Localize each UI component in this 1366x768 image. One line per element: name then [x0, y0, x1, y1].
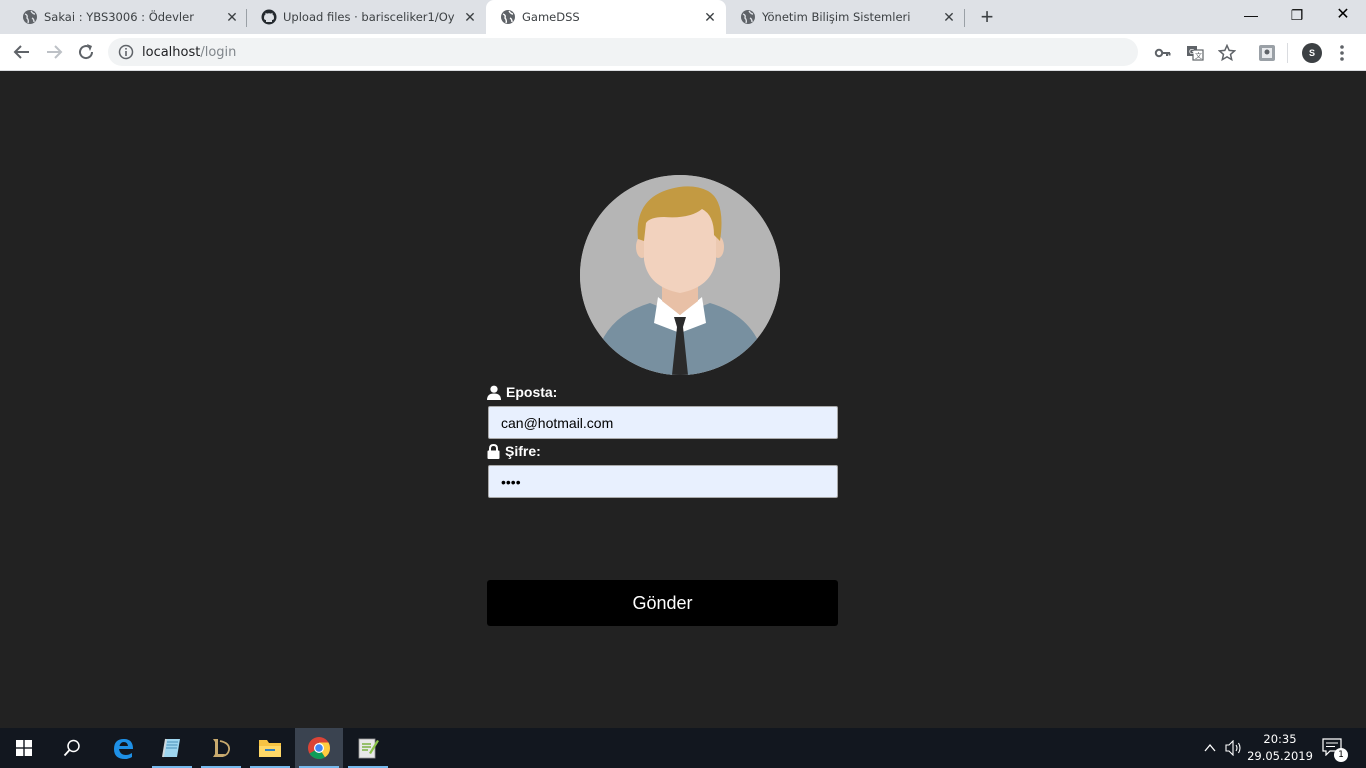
windows-taskbar: 20:35 29.05.2019 1 — [0, 728, 1366, 768]
bookmark-star-icon[interactable] — [1218, 44, 1236, 62]
notepad-plus-plus-icon — [358, 738, 379, 759]
globe-icon — [23, 10, 37, 24]
user-avatar — [580, 175, 780, 375]
tab-gamedss[interactable]: GameDSS ✕ — [486, 0, 726, 34]
tab-ybs[interactable]: Yönetim Bilişim Sistemleri ✕ — [726, 0, 964, 34]
tab-github-upload[interactable]: Upload files · barisceliker1/Oyun- ✕ — [247, 0, 485, 34]
submit-button[interactable]: Gönder — [487, 580, 838, 626]
clock-time: 20:35 — [1263, 732, 1297, 746]
extension-icon[interactable] — [1258, 44, 1276, 62]
forward-arrow-icon[interactable] — [42, 40, 66, 64]
taskbar-chrome[interactable] — [295, 728, 343, 768]
svg-text:文: 文 — [1195, 51, 1202, 60]
email-label: Eposta: — [487, 382, 557, 402]
minimize-button[interactable]: — — [1228, 0, 1274, 30]
kebab-menu-icon[interactable] — [1336, 43, 1348, 63]
notebook-app-icon — [162, 738, 180, 758]
taskbar-file-explorer[interactable] — [246, 728, 294, 768]
github-icon — [261, 9, 277, 25]
tab-title: GameDSS — [522, 10, 580, 24]
user-icon — [487, 385, 501, 400]
email-label-text: Eposta: — [506, 384, 558, 400]
password-field[interactable] — [488, 465, 838, 498]
toolbar-divider — [1287, 43, 1288, 63]
svg-text:G: G — [1189, 48, 1194, 56]
url-host: localhost — [142, 45, 201, 60]
tab-sakai[interactable]: Sakai : YBS3006 : Ödevler ✕ — [8, 0, 246, 34]
close-icon[interactable]: ✕ — [941, 9, 957, 25]
close-icon[interactable]: ✕ — [224, 9, 240, 25]
tab-title: Yönetim Bilişim Sistemleri — [762, 10, 911, 24]
globe-icon — [741, 10, 755, 24]
email-field[interactable] — [488, 406, 838, 439]
chevron-up-icon[interactable] — [1203, 741, 1217, 755]
windows-logo-icon — [16, 740, 32, 756]
browser-tab-strip: Sakai : YBS3006 : Ödevler ✕ Upload files… — [0, 0, 1366, 34]
chrome-browser-icon — [308, 737, 330, 759]
info-icon[interactable] — [118, 44, 134, 60]
edge-browser-icon — [114, 739, 133, 759]
taskbar-edge[interactable] — [99, 728, 147, 768]
taskbar-app-editor[interactable] — [344, 728, 392, 768]
tab-title: Upload files · barisceliker1/Oyun- — [283, 10, 455, 24]
folder-icon — [259, 740, 281, 757]
tab-separator — [964, 9, 965, 27]
league-of-legends-icon — [213, 739, 230, 757]
tab-title: Sakai : YBS3006 : Ödevler — [44, 10, 194, 24]
globe-icon — [501, 10, 515, 24]
address-bar[interactable]: localhost/login G文 — [108, 38, 1236, 66]
login-page: Eposta: Şifre: Gönder — [0, 71, 1366, 728]
businessman-avatar-icon — [580, 175, 780, 375]
taskbar-app-league[interactable] — [197, 728, 245, 768]
reload-icon[interactable] — [74, 40, 98, 64]
system-clock[interactable]: 20:35 29.05.2019 — [1240, 731, 1320, 765]
notification-count-badge: 1 — [1334, 748, 1348, 762]
password-label: Şifre: — [487, 441, 541, 461]
url-path: /login — [200, 45, 237, 60]
close-icon[interactable]: ✕ — [702, 9, 718, 25]
key-icon[interactable] — [1154, 44, 1172, 62]
password-label-text: Şifre: — [505, 443, 541, 459]
lock-icon — [487, 443, 500, 459]
url-text[interactable]: localhost/login — [142, 45, 236, 60]
window-close-button[interactable]: ✕ — [1320, 0, 1366, 30]
search-icon — [63, 739, 80, 757]
maximize-button[interactable]: ❐ — [1274, 0, 1320, 30]
action-center-button[interactable]: 1 — [1322, 738, 1348, 762]
new-tab-button[interactable]: + — [977, 6, 997, 28]
back-arrow-icon[interactable] — [10, 40, 34, 64]
close-icon[interactable]: ✕ — [462, 9, 478, 25]
clock-date: 29.05.2019 — [1247, 749, 1313, 763]
profile-avatar-button[interactable]: S — [1302, 43, 1322, 63]
search-button[interactable] — [48, 728, 96, 768]
taskbar-app-notebook[interactable] — [148, 728, 196, 768]
translate-icon[interactable]: G文 — [1186, 44, 1204, 62]
start-button[interactable] — [0, 728, 48, 768]
browser-toolbar: localhost/login G文 S — [0, 34, 1366, 71]
